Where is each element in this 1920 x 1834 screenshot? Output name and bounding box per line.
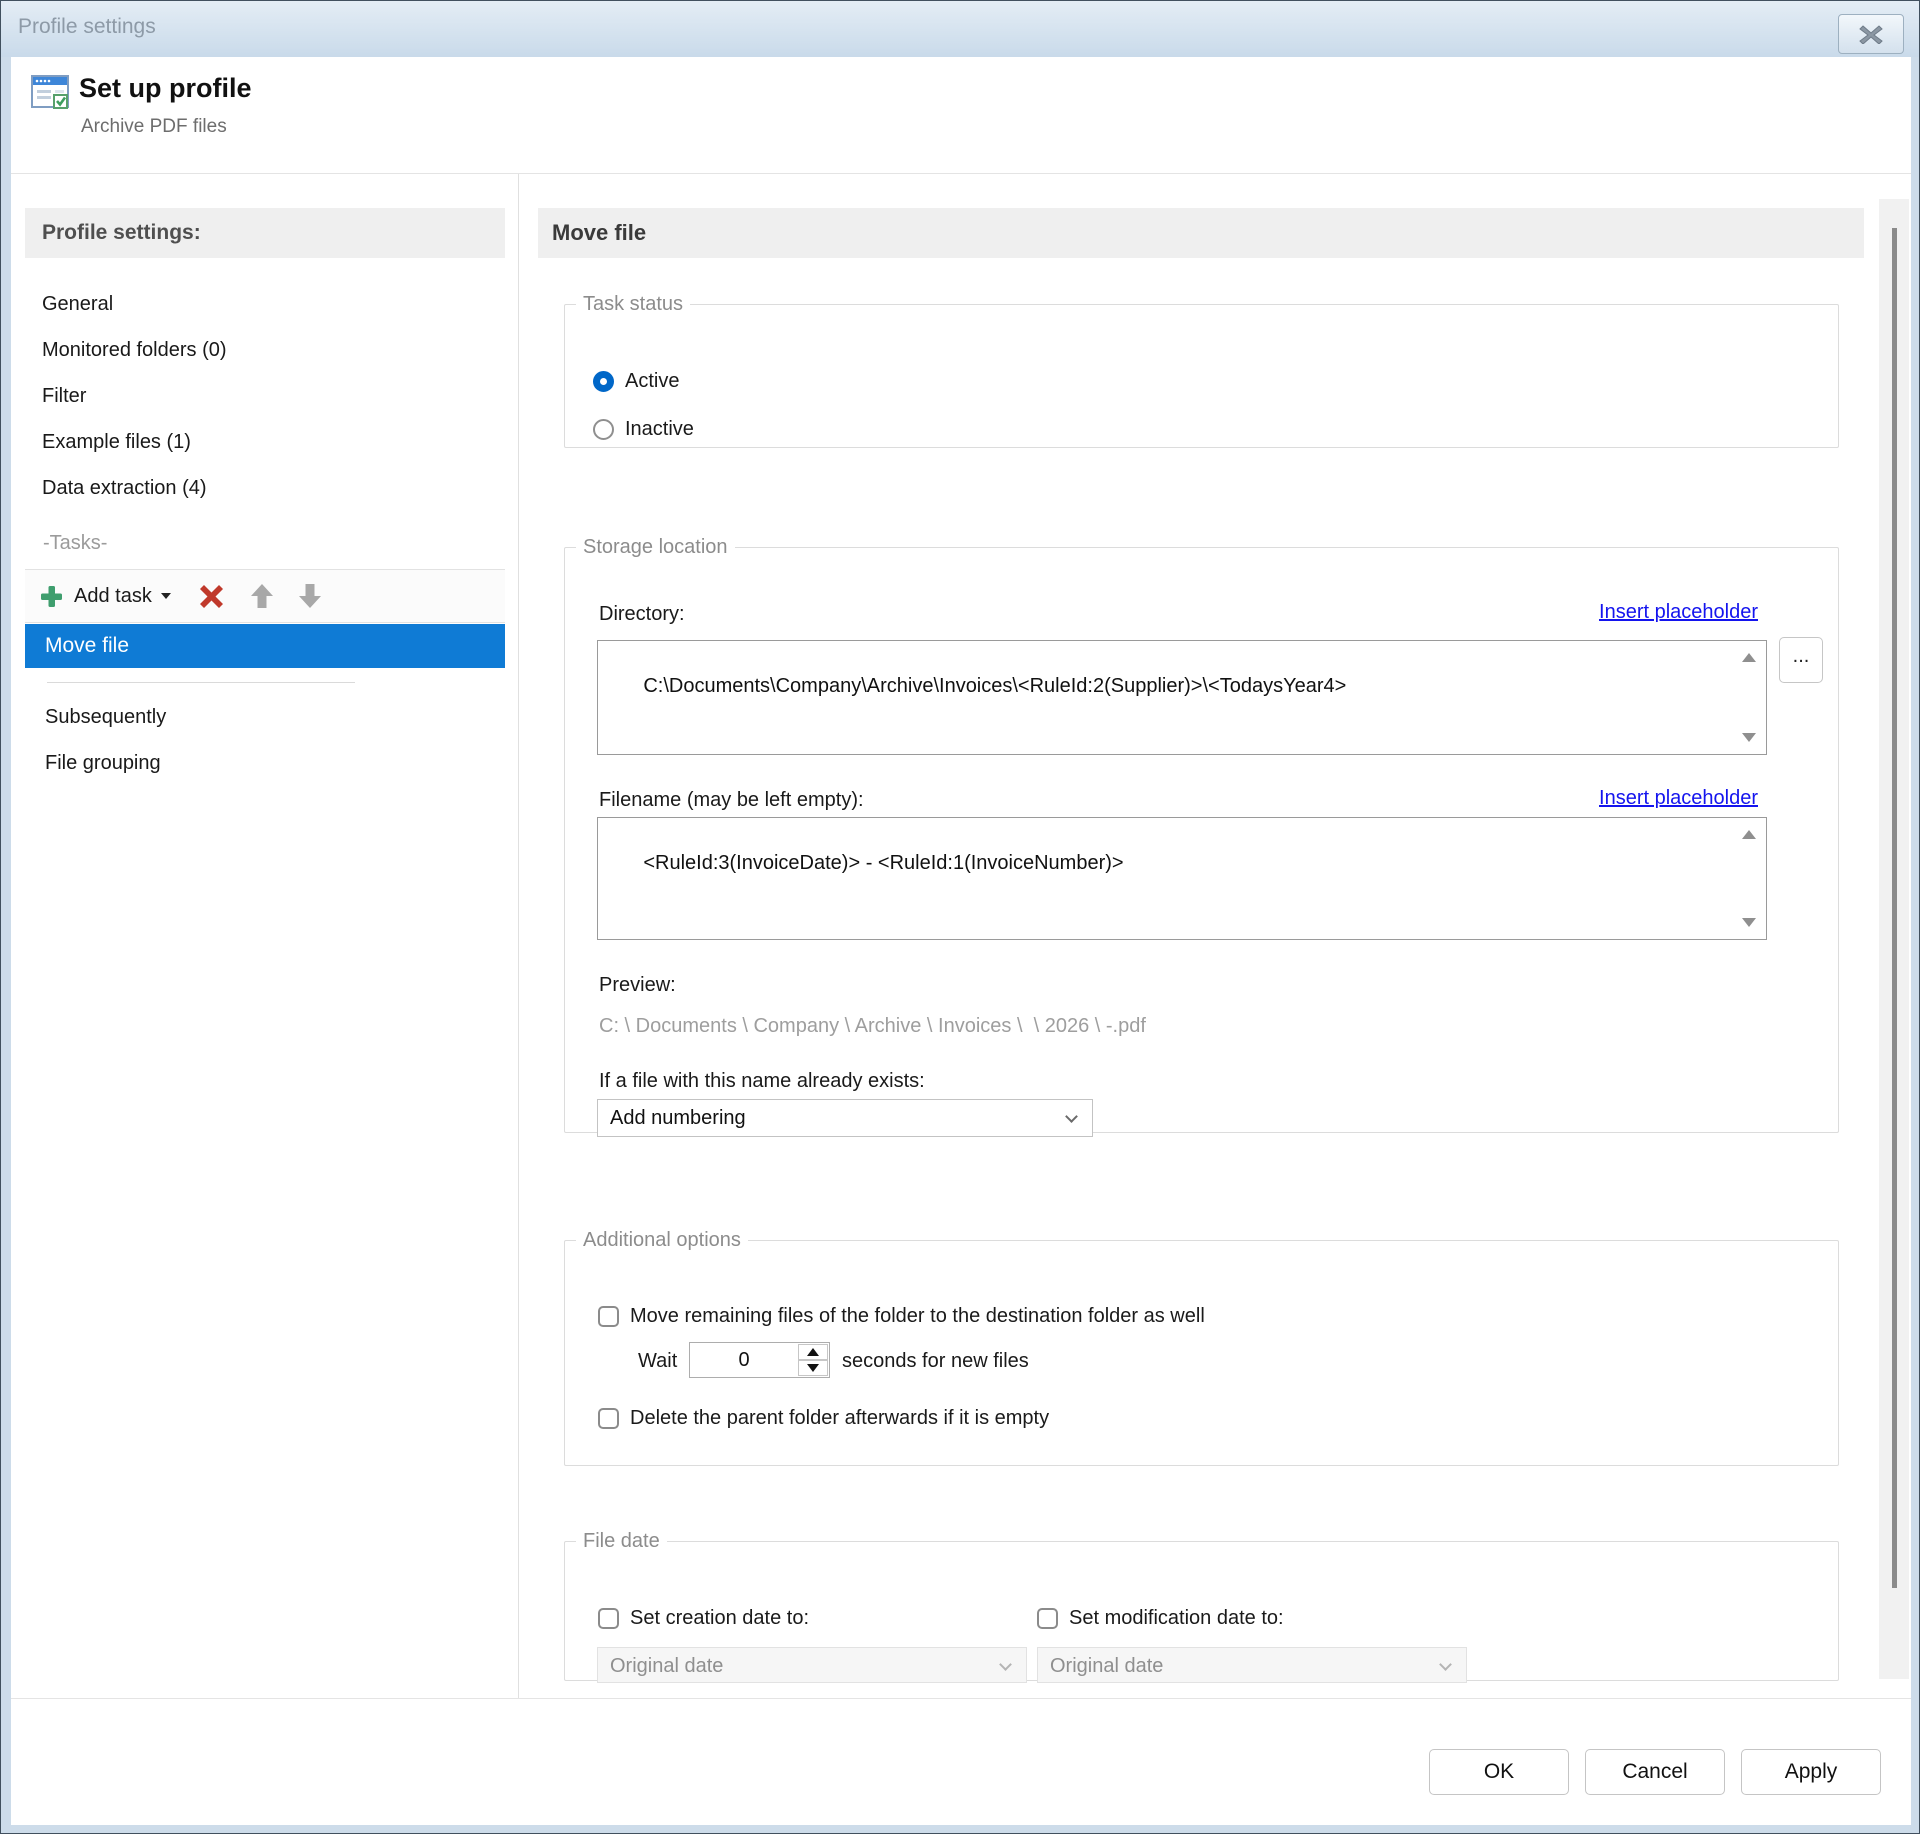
chevron-down-icon [1065,1110,1078,1123]
file-exists-selected-value: Add numbering [610,1107,746,1129]
filename-label: Filename (may be left empty): [599,787,864,813]
insert-placeholder-link-directory[interactable]: Insert placeholder [1599,601,1758,624]
task-status-group: Task status Active Inactive [564,293,1839,448]
close-button[interactable] [1838,14,1904,54]
set-creation-date-label: Set creation date to: [630,1605,809,1631]
browse-directory-button[interactable]: ... [1779,637,1823,683]
set-creation-date-row: Set creation date to: [598,1605,809,1631]
wait-label: Wait [638,1348,677,1374]
titlebar: Profile settings [1,1,1920,57]
task-item-file-grouping[interactable]: File grouping [25,740,505,786]
add-task-button[interactable]: Add task [39,584,171,609]
chevron-down-icon [1439,1658,1452,1671]
delete-task-button[interactable] [197,583,226,610]
delete-x-icon [197,583,226,610]
delete-parent-checkbox[interactable] [598,1408,619,1429]
radio-active-label: Active [625,368,679,394]
task-list-separator [47,682,355,683]
tasks-section-label: -Tasks- [43,529,107,557]
panel-title: Move file [538,208,1864,258]
file-date-legend: File date [576,1530,667,1553]
sidebar-divider [518,174,519,1698]
set-modification-date-label: Set modification date to: [1069,1605,1284,1631]
cancel-button[interactable]: Cancel [1585,1749,1725,1795]
sidebar-item-filter[interactable]: Filter [25,373,505,419]
modification-date-selected-value: Original date [1050,1655,1163,1677]
radio-active[interactable] [593,371,614,392]
scroll-up-arrow-icon[interactable] [1742,830,1756,839]
move-remaining-checkbox[interactable] [598,1306,619,1327]
apply-button[interactable]: Apply [1741,1749,1881,1795]
storage-location-legend: Storage location [576,536,735,559]
spinner-up-icon [807,1348,819,1356]
task-status-legend: Task status [576,293,690,316]
spinner-up-button[interactable] [798,1344,828,1360]
task-item-move-file[interactable]: Move file [25,624,505,668]
set-creation-date-checkbox[interactable] [598,1608,619,1629]
spinner-down-button[interactable] [798,1360,828,1376]
tasks-toolbar: Add task [25,569,505,623]
spinner-buttons [798,1344,828,1376]
scroll-up-arrow-icon[interactable] [1742,653,1756,662]
radio-row-active: Active [593,368,679,394]
delete-parent-label: Delete the parent folder afterwards if i… [630,1405,1049,1431]
move-task-up-button[interactable] [248,582,276,610]
file-exists-label: If a file with this name already exists: [599,1068,925,1094]
header-separator [11,173,1911,174]
window-title: Profile settings [18,15,156,39]
file-exists-dropdown[interactable]: Add numbering [597,1099,1093,1137]
directory-input[interactable]: C:\Documents\Company\Archive\Invoices\<R… [597,640,1767,755]
storage-location-group: Storage location Directory: Insert place… [564,536,1839,1133]
insert-placeholder-link-filename[interactable]: Insert placeholder [1599,787,1758,810]
scroll-down-arrow-icon[interactable] [1742,918,1756,927]
footer-separator [11,1698,1911,1699]
arrow-up-icon [248,582,276,610]
set-modification-date-row: Set modification date to: [1037,1605,1284,1631]
wait-seconds-spinner[interactable]: 0 [689,1342,830,1378]
filename-value: <RuleId:3(InvoiceDate)> - <RuleId:1(Invo… [643,852,1123,874]
close-icon [1859,24,1883,44]
ok-button[interactable]: OK [1429,1749,1569,1795]
preview-value: C: \ Documents \ Company \ Archive \ Inv… [599,1015,1146,1038]
delete-parent-row: Delete the parent folder afterwards if i… [598,1405,1049,1431]
profile-window-icon [29,71,73,115]
panel-scrollbar-thumb[interactable] [1892,228,1897,1588]
modification-date-dropdown[interactable]: Original date [1037,1647,1467,1683]
arrow-down-icon [296,582,324,610]
chevron-down-icon [999,1658,1012,1671]
sidebar-item-monitored-folders[interactable]: Monitored folders (0) [25,327,505,373]
dropdown-caret-icon [161,593,171,599]
creation-date-selected-value: Original date [610,1655,723,1677]
plus-icon [39,584,64,609]
directory-value: C:\Documents\Company\Archive\Invoices\<R… [643,675,1346,697]
sidebar-heading: Profile settings: [25,208,505,258]
filename-input[interactable]: <RuleId:3(InvoiceDate)> - <RuleId:1(Invo… [597,817,1767,940]
page-subtitle: Archive PDF files [81,116,227,138]
directory-label: Directory: [599,601,685,627]
additional-options-group: Additional options Move remaining files … [564,1229,1839,1466]
task-item-subsequently[interactable]: Subsequently [25,694,505,740]
radio-inactive[interactable] [593,419,614,440]
move-remaining-label: Move remaining files of the folder to th… [630,1303,1205,1329]
radio-inactive-label: Inactive [625,416,694,442]
scroll-down-arrow-icon[interactable] [1742,733,1756,742]
panel-scrollbar[interactable] [1879,199,1909,1679]
file-date-group: File date Set creation date to: Set modi… [564,1530,1839,1681]
sidebar-item-example-files[interactable]: Example files (1) [25,419,505,465]
move-remaining-row: Move remaining files of the folder to th… [598,1303,1205,1329]
spinner-down-icon [807,1364,819,1372]
set-modification-date-checkbox[interactable] [1037,1608,1058,1629]
add-task-label: Add task [74,585,152,608]
page-title: Set up profile [79,73,252,104]
radio-row-inactive: Inactive [593,416,694,442]
sidebar-item-general[interactable]: General [25,281,505,327]
preview-label: Preview: [599,972,676,998]
sidebar-item-data-extraction[interactable]: Data extraction (4) [25,465,505,511]
wait-suffix-label: seconds for new files [842,1348,1029,1374]
profile-settings-window: Profile settings Set up profile Archive … [0,0,1920,1834]
creation-date-dropdown[interactable]: Original date [597,1647,1027,1683]
move-task-down-button[interactable] [296,582,324,610]
wait-seconds-value[interactable]: 0 [690,1343,798,1377]
additional-options-legend: Additional options [576,1229,748,1252]
